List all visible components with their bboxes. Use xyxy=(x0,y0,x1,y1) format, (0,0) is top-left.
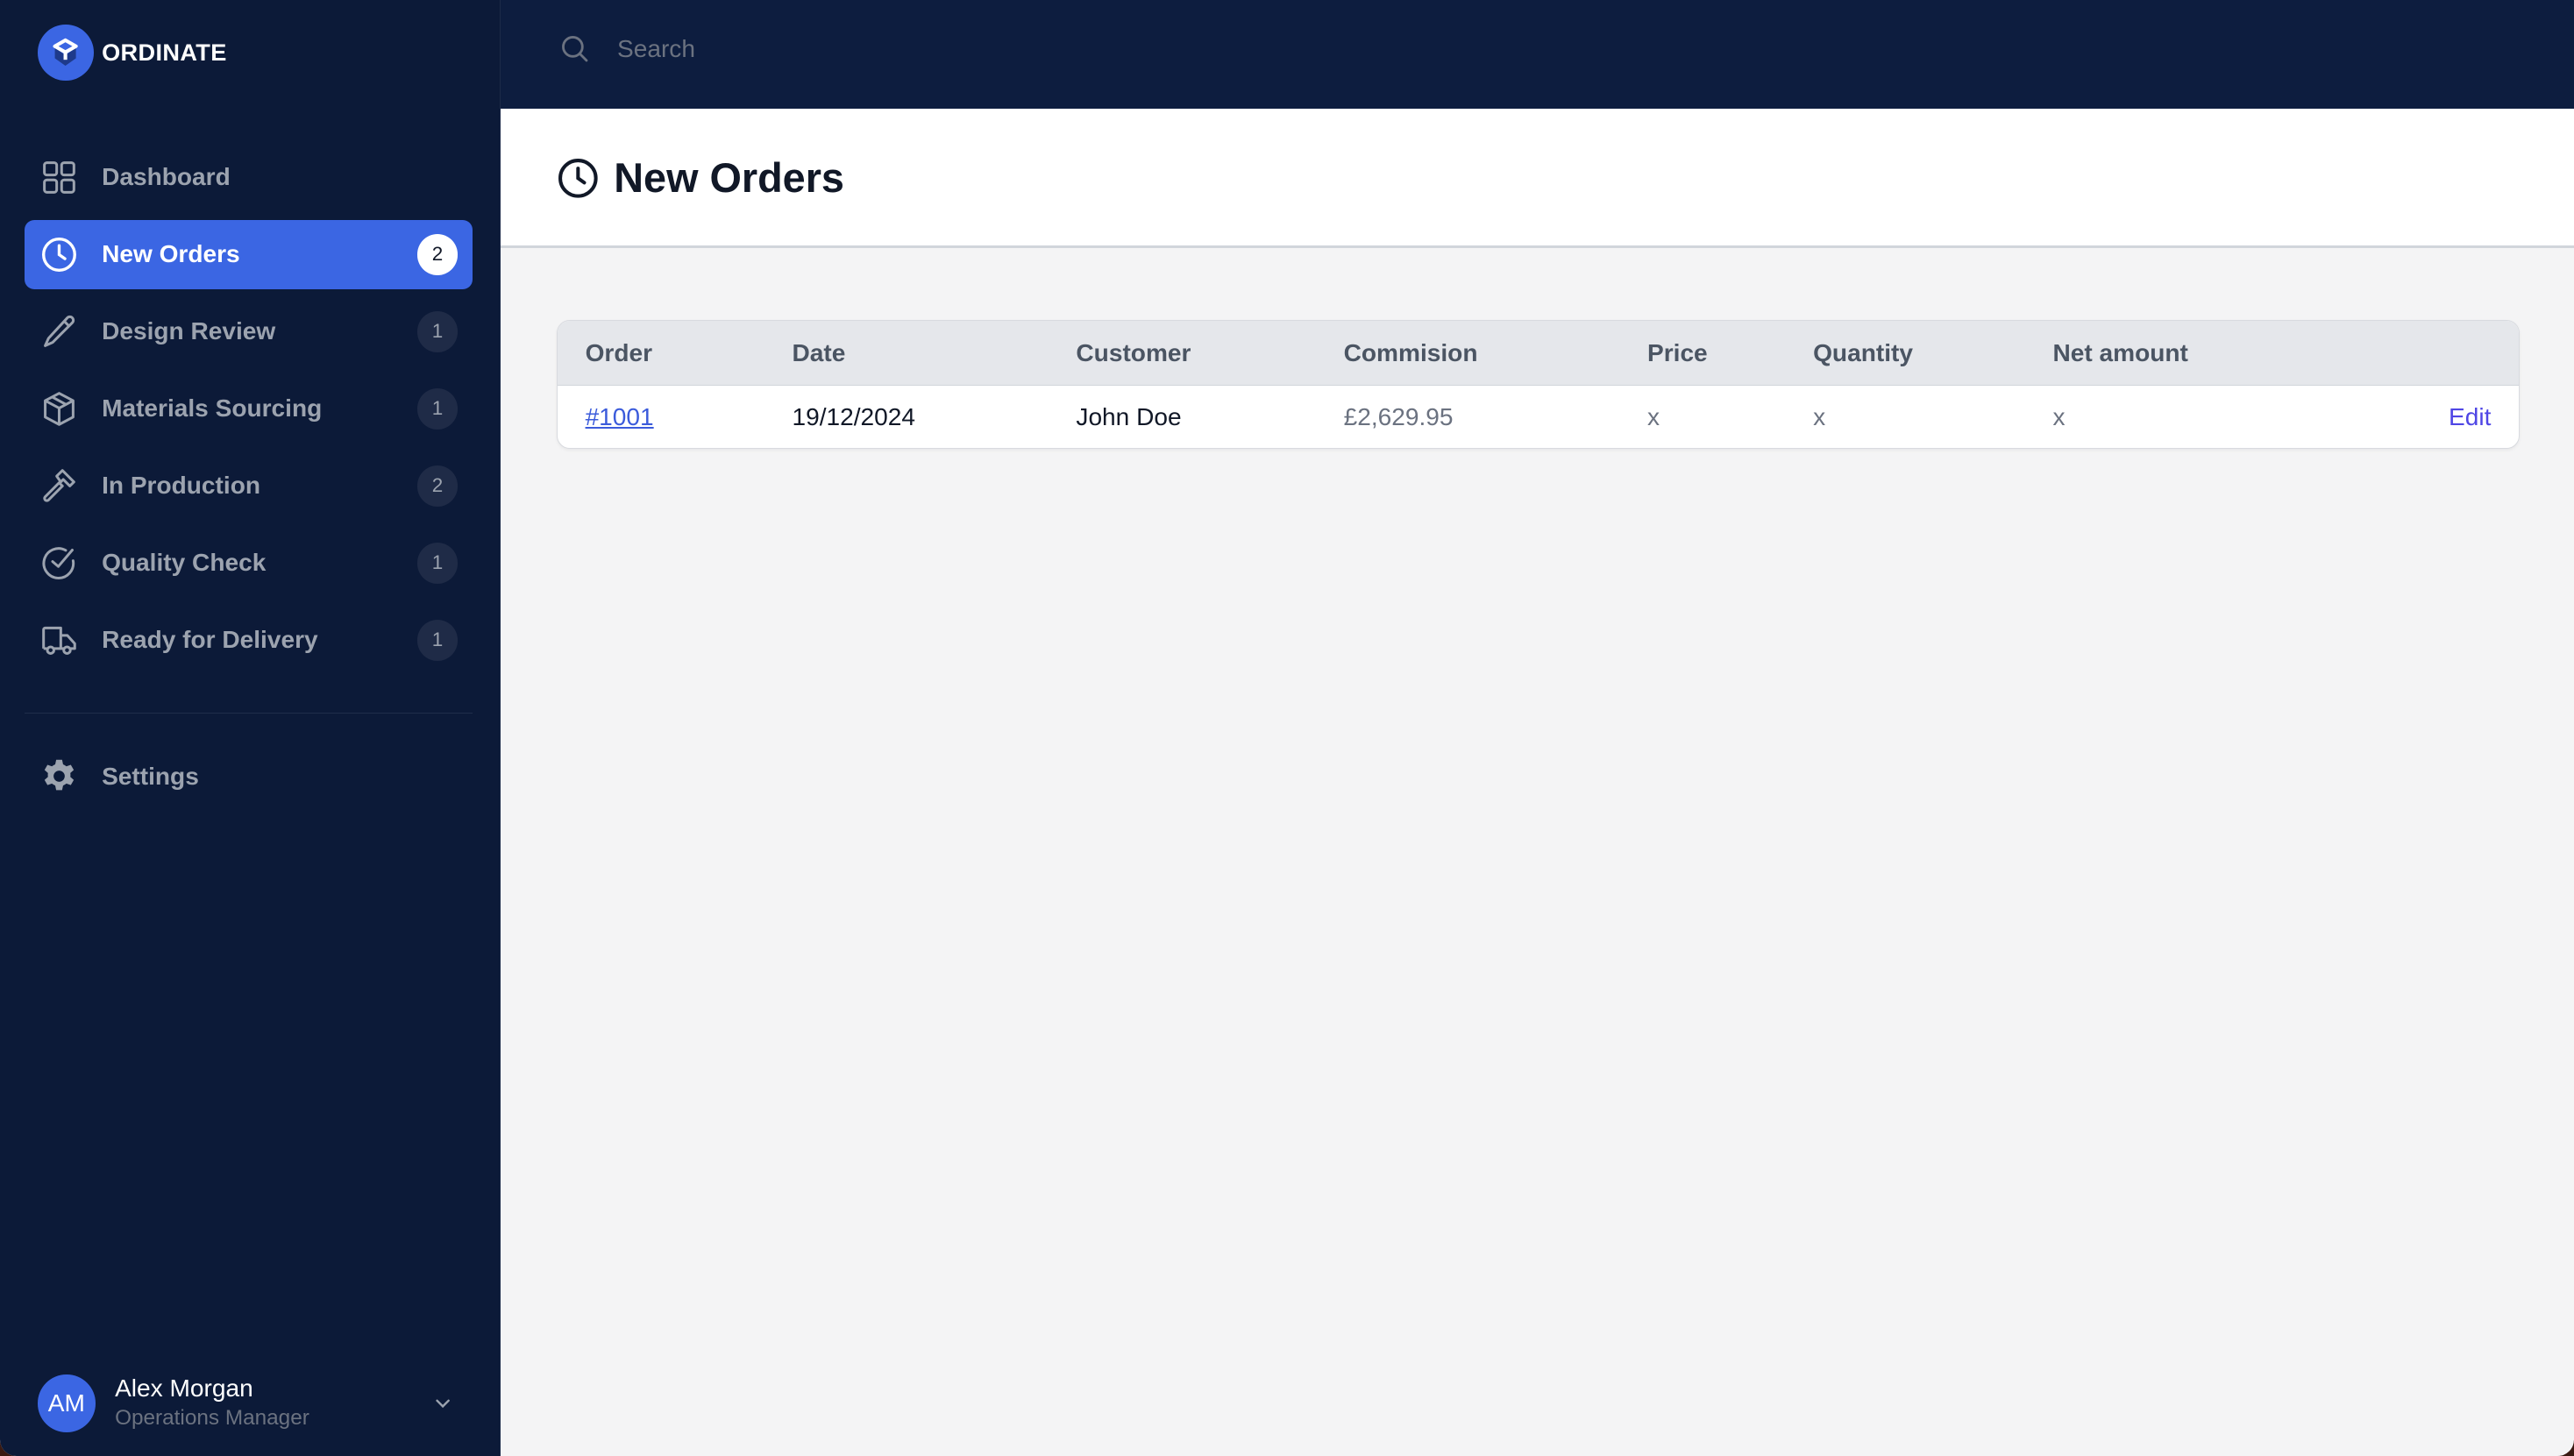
orders-table: Order Date Customer Commision Price Quan… xyxy=(556,320,2521,450)
user-role: Operations Manager xyxy=(115,1405,309,1430)
count-badge: 2 xyxy=(416,233,459,275)
app-window: ORDINATE Dashboard New Orders 2 Design R… xyxy=(0,0,2574,1456)
sidebar-item-label: New Orders xyxy=(102,240,240,268)
avatar: AM xyxy=(38,1374,96,1432)
truck-icon xyxy=(39,621,79,660)
sidebar-item-materials-sourcing[interactable]: Materials Sourcing 1 xyxy=(25,374,473,444)
column-header-actions xyxy=(2359,321,2520,387)
cell-commission: £2,629.95 xyxy=(1343,402,1454,430)
gear-icon xyxy=(39,756,79,796)
cell-customer: John Doe xyxy=(1076,402,1182,430)
table-row: #1001 19/12/2024 John Doe £2,629.95 x x … xyxy=(558,386,2520,449)
edit-button[interactable]: Edit xyxy=(2359,386,2519,449)
top-bar xyxy=(501,0,2574,109)
column-header-order[interactable]: Order xyxy=(557,321,793,387)
brand-name: ORDINATE xyxy=(102,38,227,66)
pencil-icon xyxy=(39,312,79,352)
table-header-row: Order Date Customer Commision Price Quan… xyxy=(557,321,2520,387)
user-menu[interactable]: AM Alex Morgan Operations Manager xyxy=(38,1374,465,1432)
sidebar-item-design-review[interactable]: Design Review 1 xyxy=(25,297,473,366)
column-header-date[interactable]: Date xyxy=(792,321,1077,387)
sidebar-item-label: Dashboard xyxy=(102,163,231,191)
column-header-price[interactable]: Price xyxy=(1646,321,1814,387)
sidebar-item-label: Settings xyxy=(102,762,199,790)
chevron-down-icon[interactable] xyxy=(431,1392,454,1415)
logo-cube-icon xyxy=(38,25,94,81)
sidebar-item-label: Ready for Delivery xyxy=(102,626,318,654)
sidebar-nav: Dashboard New Orders 2 Design Review 1 M… xyxy=(25,143,473,683)
cell-price: x xyxy=(1646,402,1660,430)
search-bar xyxy=(558,32,1543,66)
sidebar-divider xyxy=(25,712,473,714)
count-badge: 2 xyxy=(416,465,459,507)
cell-quantity: x xyxy=(1813,402,1826,430)
sidebar-item-ready-for-delivery[interactable]: Ready for Delivery 1 xyxy=(25,606,473,675)
page-header: New Orders xyxy=(501,108,2574,248)
sidebar-item-settings[interactable]: Settings xyxy=(25,742,473,811)
page-title: New Orders xyxy=(614,155,844,201)
check-circle-icon xyxy=(39,543,79,583)
sidebar-item-label: Design Review xyxy=(102,317,276,345)
box-icon xyxy=(39,389,79,429)
hammer-icon xyxy=(39,466,79,506)
order-link[interactable]: #1001 xyxy=(586,403,654,430)
count-badge: 1 xyxy=(416,310,459,352)
count-badge: 1 xyxy=(416,542,459,584)
sidebar-item-quality-check[interactable]: Quality Check 1 xyxy=(25,529,473,598)
search-input[interactable] xyxy=(614,33,1441,66)
count-badge: 1 xyxy=(416,619,459,661)
column-header-net-amount[interactable]: Net amount xyxy=(2052,321,2360,387)
cell-date: 19/12/2024 xyxy=(792,402,916,430)
column-header-quantity[interactable]: Quantity xyxy=(1813,321,2053,387)
sidebar-item-label: Materials Sourcing xyxy=(102,394,323,423)
clock-icon xyxy=(39,235,79,274)
clock-icon xyxy=(558,158,598,198)
sidebar-item-label: Quality Check xyxy=(102,549,267,577)
sidebar-item-label: In Production xyxy=(102,472,260,500)
sidebar: ORDINATE Dashboard New Orders 2 Design R… xyxy=(0,0,501,1456)
cell-net-amount: x xyxy=(2052,402,2066,430)
column-header-commission[interactable]: Commision xyxy=(1343,321,1647,387)
count-badge: 1 xyxy=(416,387,459,430)
user-name: Alex Morgan xyxy=(115,1374,253,1403)
logo[interactable]: ORDINATE xyxy=(38,25,227,81)
grid-icon xyxy=(39,158,79,197)
sidebar-item-dashboard[interactable]: Dashboard xyxy=(25,143,473,212)
sidebar-item-new-orders[interactable]: New Orders 2 xyxy=(25,219,473,289)
sidebar-item-in-production[interactable]: In Production 2 xyxy=(25,451,473,521)
search-icon xyxy=(561,36,587,62)
column-header-customer[interactable]: Customer xyxy=(1076,321,1344,387)
